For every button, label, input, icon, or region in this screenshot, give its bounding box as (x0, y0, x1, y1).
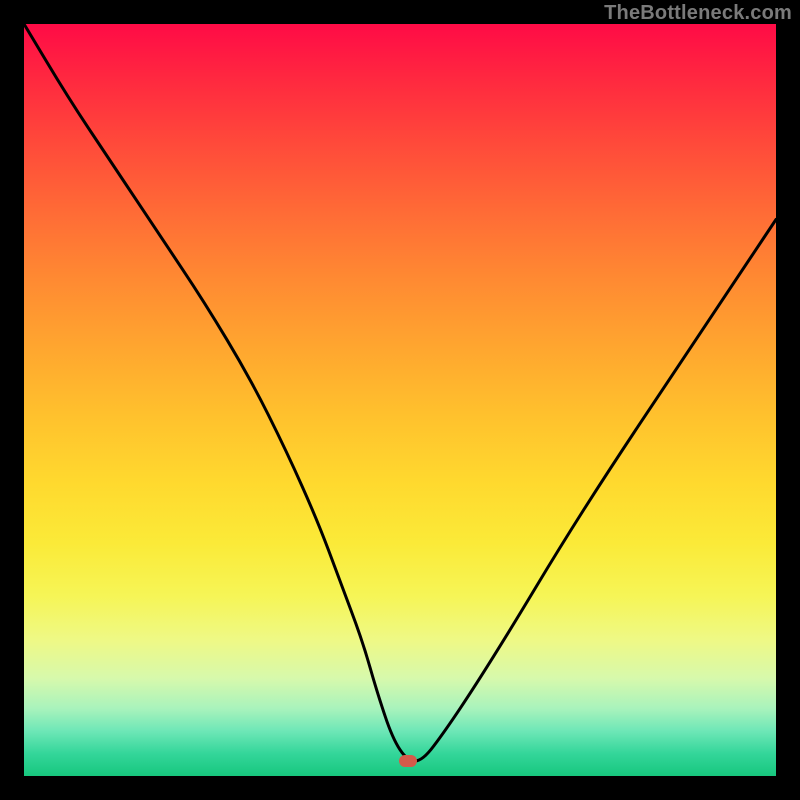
curve-svg (24, 24, 776, 776)
bottleneck-curve (24, 24, 776, 761)
chart-frame: TheBottleneck.com (0, 0, 800, 800)
attribution-text: TheBottleneck.com (604, 2, 792, 25)
bottleneck-marker (399, 755, 417, 767)
plot-area (24, 24, 776, 776)
